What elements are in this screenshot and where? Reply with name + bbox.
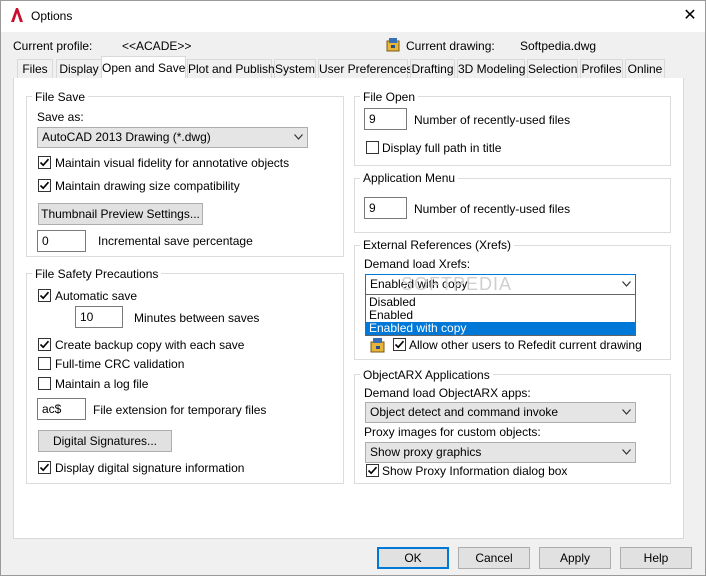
- tab-3d-modeling[interactable]: 3D Modeling: [457, 59, 525, 78]
- drawing-size-label: Maintain drawing size compatibility: [55, 179, 240, 193]
- app-menu-title: Application Menu: [360, 171, 459, 185]
- chevron-down-icon: [294, 134, 303, 140]
- file-safety-title: File Safety Precautions: [32, 267, 162, 281]
- chevron-down-icon: [622, 281, 631, 287]
- refedit-checkbox[interactable]: [393, 338, 406, 351]
- file-open-title: File Open: [360, 90, 419, 104]
- refedit-label: Allow other users to Refedit current dra…: [409, 338, 642, 352]
- incremental-save-label: Incremental save percentage: [98, 234, 253, 248]
- tab-open-and-save[interactable]: Open and Save: [101, 56, 186, 79]
- visual-fidelity-checkbox[interactable]: [38, 156, 51, 169]
- ok-button[interactable]: OK: [377, 547, 449, 569]
- demand-load-xrefs-label: Demand load Xrefs:: [364, 257, 471, 271]
- tab-plot-and-publish[interactable]: Plot and Publish: [187, 59, 275, 78]
- drawing-size-checkbox[interactable]: [38, 179, 51, 192]
- app-menu-recent-label: Number of recently-used files: [414, 202, 571, 216]
- temp-file-extension-input[interactable]: ac$: [37, 398, 86, 420]
- tab-drafting[interactable]: Drafting: [410, 59, 455, 78]
- checkmark-icon: [39, 181, 50, 190]
- current-drawing-label: Current drawing:: [406, 39, 495, 53]
- tab-files[interactable]: Files: [17, 59, 53, 78]
- save-as-select[interactable]: AutoCAD 2013 Drawing (*.dwg): [37, 127, 308, 148]
- tab-user-preferences[interactable]: User Preferences: [318, 59, 412, 78]
- close-icon[interactable]: ✕: [681, 7, 699, 25]
- current-profile-value: <<ACADE>>: [122, 39, 192, 53]
- minutes-between-saves-label: Minutes between saves: [134, 311, 260, 325]
- log-file-checkbox[interactable]: [38, 377, 51, 390]
- checkmark-icon: [39, 340, 50, 349]
- save-as-label: Save as:: [37, 110, 84, 124]
- chevron-down-icon: [622, 409, 631, 415]
- tab-selection[interactable]: Selection: [527, 59, 578, 78]
- automatic-save-label: Automatic save: [55, 289, 138, 303]
- tab-system[interactable]: System: [274, 59, 316, 78]
- objectarx-demand-load-select[interactable]: Object detect and command invoke: [365, 402, 636, 423]
- proxy-dialog-label: Show Proxy Information dialog box: [382, 464, 568, 478]
- backup-copy-checkbox[interactable]: [38, 338, 51, 351]
- checkmark-icon: [367, 466, 378, 475]
- help-button[interactable]: Help: [620, 547, 692, 569]
- backup-copy-label: Create backup copy with each save: [55, 338, 245, 352]
- digital-signatures-button[interactable]: Digital Signatures...: [38, 430, 172, 452]
- file-open-recent-label: Number of recently-used files: [414, 113, 571, 127]
- checkmark-icon: [39, 463, 50, 472]
- display-signature-label: Display digital signature information: [55, 461, 245, 475]
- proxy-images-select[interactable]: Show proxy graphics: [365, 442, 636, 463]
- visual-fidelity-label: Maintain visual fidelity for annotative …: [55, 156, 290, 170]
- dropdown-option-enabled-with-copy[interactable]: Enabled with copy: [366, 322, 635, 335]
- autocad-logo-icon: [11, 8, 23, 22]
- proxy-images-value: Show proxy graphics: [370, 445, 482, 459]
- checkmark-icon: [394, 340, 405, 349]
- crc-validation-checkbox[interactable]: [38, 357, 51, 370]
- full-path-label: Display full path in title: [382, 141, 502, 155]
- thumbnail-preview-settings-button[interactable]: Thumbnail Preview Settings...: [38, 203, 203, 225]
- temp-file-extension-label: File extension for temporary files: [93, 403, 267, 417]
- checkmark-icon: [39, 291, 50, 300]
- tab-online[interactable]: Online: [625, 59, 665, 78]
- title-bar: Options ✕: [1, 1, 705, 32]
- incremental-save-input[interactable]: 0: [37, 230, 86, 252]
- save-as-value: AutoCAD 2013 Drawing (*.dwg): [42, 130, 211, 144]
- display-signature-checkbox[interactable]: [38, 461, 51, 474]
- proxy-images-label: Proxy images for custom objects:: [364, 425, 541, 439]
- cancel-button[interactable]: Cancel: [458, 547, 530, 569]
- file-save-title: File Save: [32, 90, 89, 104]
- tab-display[interactable]: Display: [56, 59, 102, 78]
- objectarx-demand-load-label: Demand load ObjectARX apps:: [364, 386, 531, 400]
- automatic-save-checkbox[interactable]: [38, 289, 51, 302]
- chevron-down-icon: [622, 449, 631, 455]
- current-drawing-value: Softpedia.dwg: [520, 39, 597, 53]
- options-dialog: Options ✕ Current profile: <<ACADE>> Cur…: [0, 0, 706, 576]
- demand-load-xrefs-dropdown: Disabled Enabled Enabled with copy: [365, 294, 636, 336]
- proxy-dialog-checkbox[interactable]: [366, 464, 379, 477]
- minutes-between-saves-input[interactable]: 10: [75, 306, 123, 328]
- full-path-checkbox[interactable]: [366, 141, 379, 154]
- file-open-group: [354, 96, 671, 166]
- log-file-label: Maintain a log file: [55, 377, 149, 391]
- current-profile-label: Current profile:: [13, 39, 93, 53]
- objectarx-demand-load-value: Object detect and command invoke: [370, 405, 559, 419]
- refedit-drawing-icon: [370, 338, 385, 353]
- window-title: Options: [31, 9, 73, 23]
- objectarx-title: ObjectARX Applications: [360, 368, 493, 382]
- tab-profiles[interactable]: Profiles: [580, 59, 623, 78]
- apply-button[interactable]: Apply: [539, 547, 611, 569]
- softpedia-watermark: SOFTPEDIA: [401, 274, 513, 294]
- app-menu-recent-input[interactable]: 9: [364, 197, 407, 219]
- crc-validation-label: Full-time CRC validation: [55, 357, 185, 371]
- checkmark-icon: [39, 158, 50, 167]
- drawing-file-icon: [386, 38, 400, 52]
- file-open-recent-input[interactable]: 9: [364, 108, 407, 130]
- xrefs-title: External References (Xrefs): [360, 238, 515, 252]
